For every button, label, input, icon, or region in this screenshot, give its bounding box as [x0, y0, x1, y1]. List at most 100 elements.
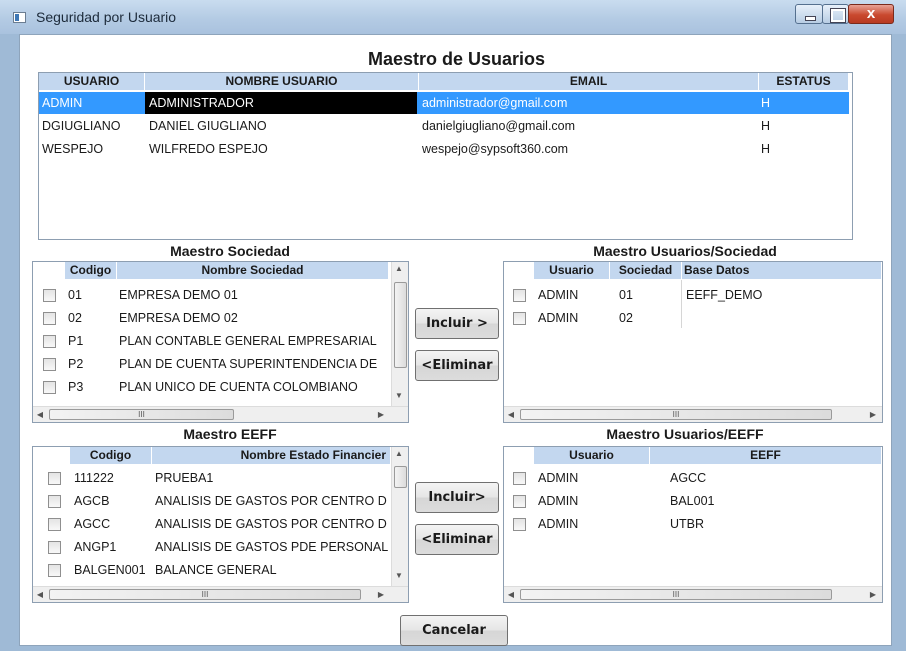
scroll-up-icon[interactable]: ▲ — [392, 262, 406, 276]
estatus-cell: H — [761, 96, 771, 110]
email-cell: administrador@gmail.com — [422, 96, 568, 110]
codigo-cell: 02 — [68, 311, 82, 325]
eliminar-sociedad-button[interactable]: <Eliminar — [415, 350, 499, 381]
nombre-cell: ANALISIS DE GASTOS PDE PERSONAL — [155, 540, 389, 554]
horizontal-scrollbar[interactable]: ◀ III ▶ — [504, 406, 882, 422]
usuarios-eeff-grid[interactable]: Usuario EEFF ADMIN AGCC ADMIN BAL001 ADM… — [503, 446, 883, 603]
row-checkbox[interactable] — [48, 564, 61, 577]
row-checkbox[interactable] — [513, 495, 526, 508]
scroll-left-icon[interactable]: ◀ — [504, 588, 518, 602]
codigo-cell: P2 — [68, 357, 84, 371]
scroll-grip-label: III — [672, 410, 680, 419]
row-checkbox[interactable] — [48, 541, 61, 554]
codigo-cell: ANGP1 — [74, 540, 117, 554]
scroll-thumb[interactable] — [394, 466, 407, 488]
row-checkbox[interactable] — [43, 358, 56, 371]
app-icon — [13, 12, 26, 23]
col-header-estatus[interactable]: ESTATUS — [759, 73, 849, 90]
col-header-usuario[interactable]: USUARIO — [39, 73, 145, 90]
scroll-right-icon[interactable]: ▶ — [866, 588, 880, 602]
scroll-up-icon[interactable]: ▲ — [392, 447, 406, 461]
row-checkbox[interactable] — [48, 518, 61, 531]
eeff-heading: Maestro EEFF — [183, 426, 277, 442]
horizontal-scrollbar[interactable]: ◀ III ▶ — [33, 586, 408, 602]
row-checkbox[interactable] — [43, 335, 56, 348]
row-checkbox[interactable] — [513, 312, 526, 325]
cancelar-button[interactable]: Cancelar — [400, 615, 508, 646]
col-header-usuario[interactable]: Usuario — [534, 447, 650, 464]
col-header-sociedad[interactable]: Sociedad — [610, 262, 682, 279]
scroll-right-icon[interactable]: ▶ — [374, 408, 388, 422]
scroll-down-icon[interactable]: ▼ — [392, 569, 406, 583]
scroll-grip-label: III — [672, 590, 680, 599]
nombre-cell: ADMINISTRADOR — [149, 96, 254, 110]
eeff-cell: AGCC — [670, 471, 707, 485]
col-header-codigo[interactable]: Codigo — [70, 447, 152, 464]
estatus-cell[interactable]: H — [761, 115, 770, 137]
scroll-right-icon[interactable]: ▶ — [866, 408, 880, 422]
nombre-cell: PLAN CONTABLE GENERAL EMPRESARIAL — [119, 334, 377, 348]
scroll-left-icon[interactable]: ◀ — [33, 588, 47, 602]
row-checkbox[interactable] — [43, 312, 56, 325]
scroll-thumb[interactable]: III — [49, 589, 361, 600]
col-header-usuario[interactable]: Usuario — [534, 262, 610, 279]
nombre-cell[interactable]: WILFREDO ESPEJO — [149, 138, 268, 160]
horizontal-scrollbar[interactable]: ◀ III ▶ — [504, 586, 882, 602]
sociedad-grid[interactable]: Codigo Nombre Sociedad 01 EMPRESA DEMO 0… — [32, 261, 409, 423]
col-header-nombre-usuario[interactable]: NOMBRE USUARIO — [145, 73, 419, 90]
nombre-cell: BALANCE GENERAL — [155, 563, 277, 577]
row-checkbox[interactable] — [513, 289, 526, 302]
usuario-cell[interactable]: WESPEJO — [42, 138, 103, 160]
scroll-left-icon[interactable]: ◀ — [33, 408, 47, 422]
incluir-sociedad-button[interactable]: Incluir > — [415, 308, 499, 339]
row-checkbox[interactable] — [48, 495, 61, 508]
estatus-cell[interactable]: H — [761, 138, 770, 160]
codigo-cell: AGCB — [74, 494, 110, 508]
eeff-cell: BAL001 — [670, 494, 715, 508]
usuarios-grid[interactable]: USUARIO NOMBRE USUARIO EMAIL ESTATUS ADM… — [38, 72, 853, 240]
scroll-thumb[interactable]: III — [520, 589, 832, 600]
scroll-grip-label: III — [138, 410, 145, 419]
scroll-right-icon[interactable]: ▶ — [374, 588, 388, 602]
usuarios-eeff-heading: Maestro Usuarios/EEFF — [606, 426, 764, 442]
scroll-thumb[interactable]: III — [520, 409, 832, 420]
title-bar[interactable]: Seguridad por Usuario x — [0, 0, 906, 34]
row-checkbox[interactable] — [43, 289, 56, 302]
col-header-eeff[interactable]: EEFF — [650, 447, 882, 464]
close-glyph: x — [866, 5, 876, 22]
usuario-cell[interactable]: DGIUGLIANO — [42, 115, 121, 137]
usuario-cell: ADMIN — [538, 517, 579, 531]
email-cell[interactable]: wespejo@sypsoft360.com — [422, 138, 568, 160]
maximize-icon[interactable] — [822, 4, 849, 24]
usuarios-heading: Maestro de Usuarios — [367, 49, 546, 69]
usuario-cell: ADMIN — [538, 471, 579, 485]
col-header-base-datos[interactable]: Base Datos — [682, 262, 882, 279]
vertical-scrollbar[interactable]: ▲ ▼ — [391, 262, 408, 406]
sociedad-cell: 01 — [619, 288, 633, 302]
row-checkbox[interactable] — [513, 472, 526, 485]
col-header-codigo[interactable]: Codigo — [65, 262, 117, 279]
horizontal-scrollbar[interactable]: ◀ III ▶ — [33, 406, 408, 422]
row-checkbox[interactable] — [513, 518, 526, 531]
nombre-cell: PLAN DE CUENTA SUPERINTENDENCIA DE — [119, 357, 378, 371]
incluir-eeff-button[interactable]: Incluir> — [415, 482, 499, 513]
col-header-nombre-eeff[interactable]: Nombre Estado Financier — [152, 447, 391, 464]
scroll-left-icon[interactable]: ◀ — [504, 408, 518, 422]
close-icon[interactable]: x — [848, 4, 894, 24]
minimize-icon[interactable] — [795, 4, 823, 24]
scroll-thumb[interactable]: III — [49, 409, 234, 420]
scroll-thumb[interactable] — [394, 282, 407, 368]
row-checkbox[interactable] — [48, 472, 61, 485]
row-checkbox[interactable] — [43, 381, 56, 394]
col-header-email[interactable]: EMAIL — [419, 73, 759, 90]
nombre-cell[interactable]: DANIEL GIUGLIANO — [149, 115, 267, 137]
scroll-down-icon[interactable]: ▼ — [392, 389, 406, 403]
scroll-grip-label: III — [201, 590, 209, 599]
usuarios-sociedad-grid[interactable]: Usuario Sociedad Base Datos ADMIN 01 EEF… — [503, 261, 883, 423]
eeff-grid[interactable]: Codigo Nombre Estado Financier 111222 PR… — [32, 446, 409, 603]
email-cell[interactable]: danielgiugliano@gmail.com — [422, 115, 575, 137]
codigo-cell: 111222 — [74, 471, 114, 485]
col-header-nombre-sociedad[interactable]: Nombre Sociedad — [117, 262, 389, 279]
eliminar-eeff-button[interactable]: <Eliminar — [415, 524, 499, 555]
vertical-scrollbar[interactable]: ▲ ▼ — [391, 447, 408, 586]
